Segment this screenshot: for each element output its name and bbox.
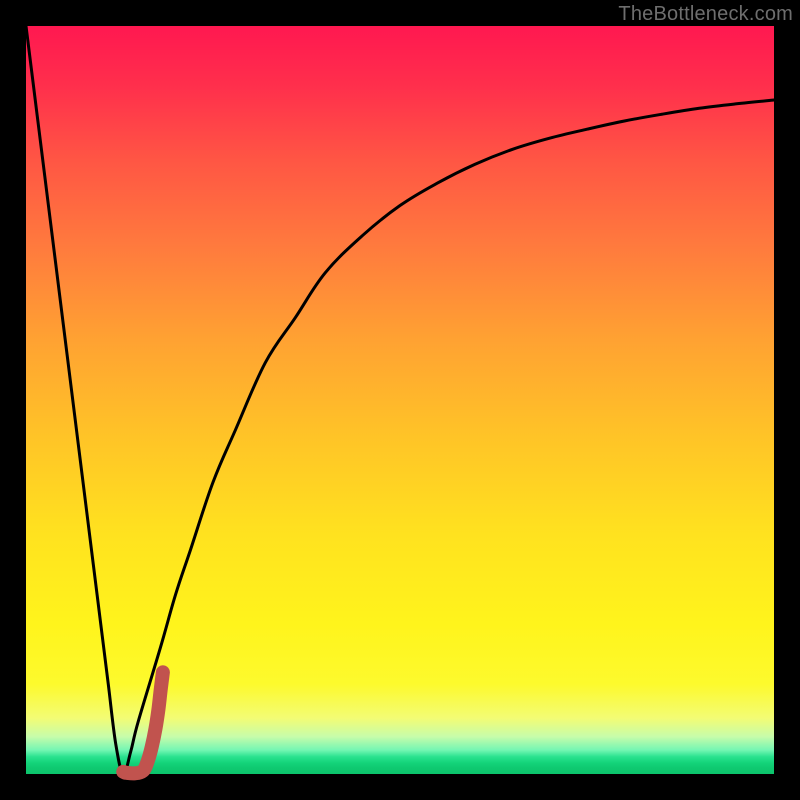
plot-area — [26, 26, 774, 774]
chart-frame: TheBottleneck.com — [0, 0, 800, 800]
curve-layer — [26, 26, 774, 774]
watermark-text: TheBottleneck.com — [618, 3, 793, 26]
bottleneck-curve — [26, 26, 774, 774]
